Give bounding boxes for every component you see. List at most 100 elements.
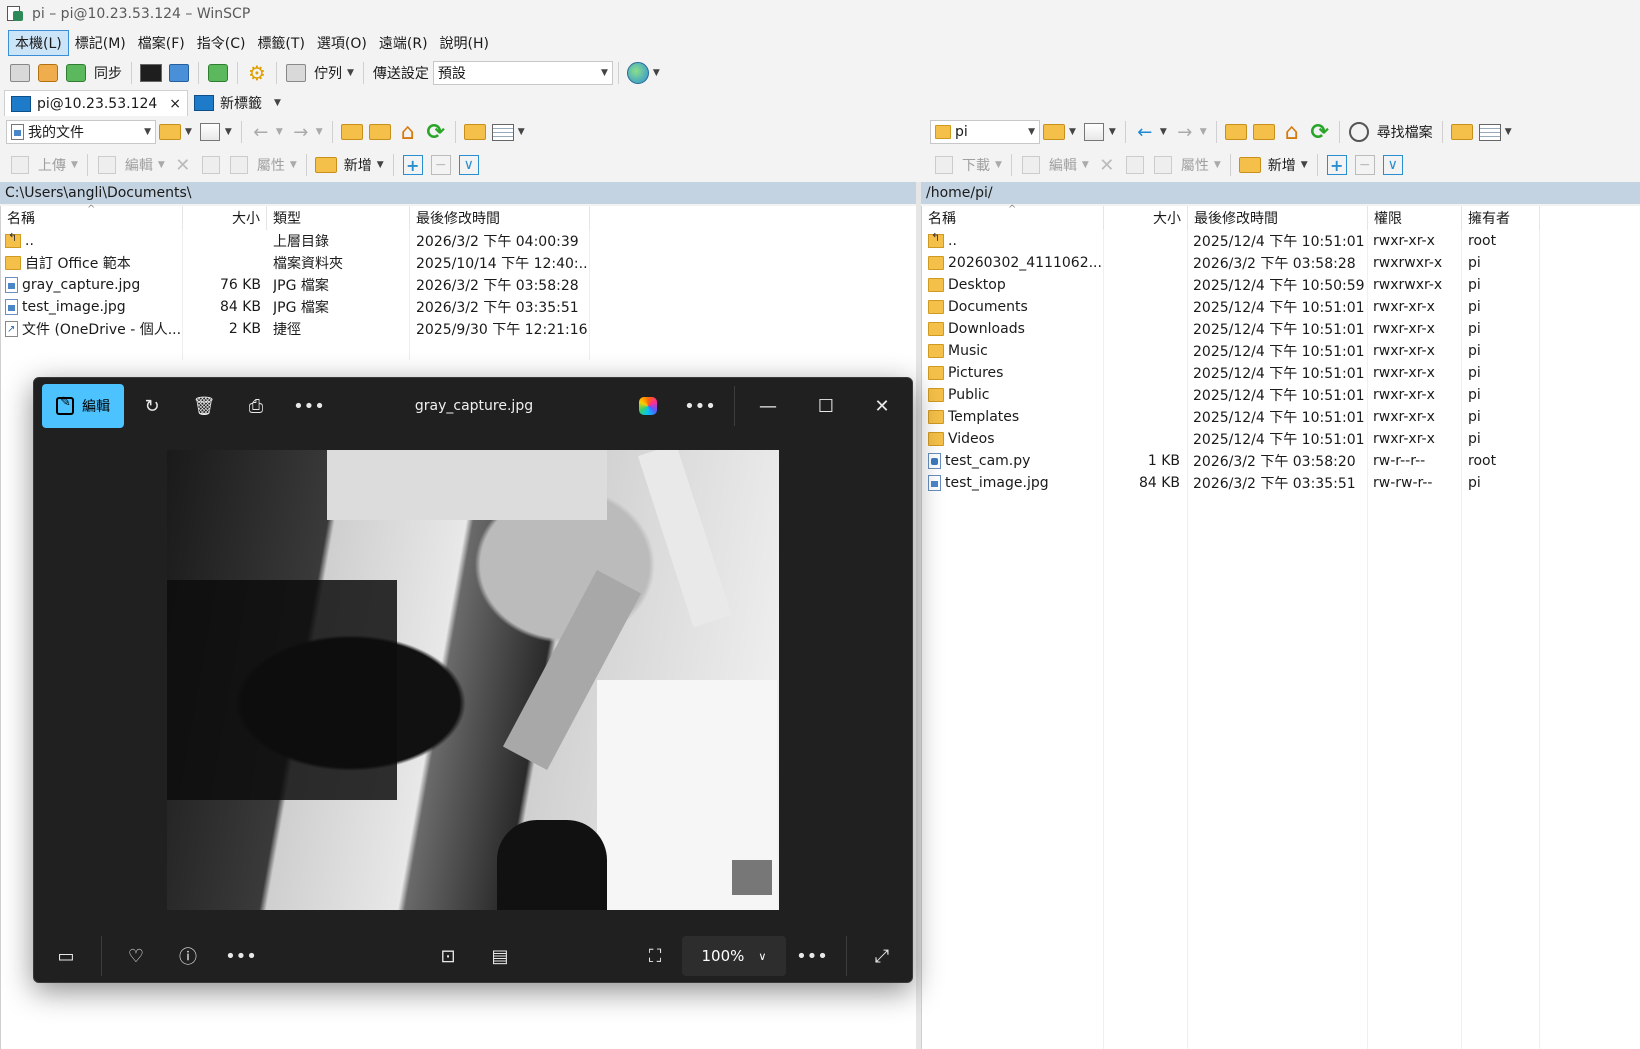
queue-button[interactable]: 佇列: [314, 63, 342, 83]
tree-view-icon[interactable]: [1450, 120, 1474, 144]
select-all-icon[interactable]: [1381, 153, 1405, 177]
new-button[interactable]: 新增: [1268, 155, 1296, 175]
remote-file-list[interactable]: 名稱 ^ 大小 最後修改時間 權限 擁有者 .. 2025/12/4 下午 10:…: [921, 204, 1640, 1049]
chevron-down-icon[interactable]: ▼: [71, 160, 78, 170]
unselect-files-icon[interactable]: [1353, 153, 1377, 177]
more-options-icon[interactable]: •••: [794, 938, 830, 974]
chevron-down-icon[interactable]: ▼: [1082, 160, 1089, 170]
new-button[interactable]: 新增: [344, 155, 372, 175]
minimize-icon[interactable]: —: [750, 388, 786, 424]
more-options-icon[interactable]: •••: [291, 388, 327, 424]
find-files-icon[interactable]: [1347, 120, 1371, 144]
select-all-icon[interactable]: [457, 153, 481, 177]
table-row[interactable]: Pictures 2025/12/4 下午 10:51:01 rwxr-xr-x pi: [922, 362, 1540, 384]
table-row[interactable]: 自訂 Office 範本 檔案資料夾 2025/10/14 下午 12:40:...: [1, 252, 590, 274]
parent-directory-icon[interactable]: [1224, 120, 1248, 144]
compare-directories-icon[interactable]: [8, 61, 32, 85]
table-row[interactable]: test_image.jpg 84 KB JPG 檔案 2026/3/2 下午 03:…: [1, 296, 590, 318]
globe-icon[interactable]: [626, 61, 650, 85]
chevron-down-icon[interactable]: ▼: [1214, 160, 1221, 170]
download-icon[interactable]: [932, 153, 956, 177]
column-header-owner[interactable]: 擁有者: [1462, 206, 1540, 230]
upload-icon[interactable]: [8, 153, 32, 177]
table-row[interactable]: Downloads 2025/12/4 下午 10:51:01 rwxr-xr-x p…: [922, 318, 1540, 340]
back-arrow-icon[interactable]: [249, 120, 273, 144]
chevron-down-icon[interactable]: ▼: [347, 68, 354, 78]
tab-session-pi[interactable]: pi@10.23.53.124 ×: [4, 90, 189, 116]
select-files-icon[interactable]: [1325, 153, 1349, 177]
visual-search-icon[interactable]: ⊡: [430, 938, 466, 974]
chevron-down-icon[interactable]: ▼: [1109, 127, 1116, 137]
edit-button[interactable]: 編輯: [125, 155, 153, 175]
open-directory-icon[interactable]: [1042, 120, 1066, 144]
list-view-icon[interactable]: [491, 120, 515, 144]
chevron-down-icon[interactable]: ▼: [316, 127, 323, 137]
properties-button[interactable]: 屬性: [1181, 155, 1209, 175]
delete-trash-icon[interactable]: 🗑: [186, 388, 222, 424]
edit-image-button[interactable]: 編輯: [42, 384, 124, 428]
column-header-name[interactable]: 名稱 ^: [1, 204, 183, 230]
chevron-down-icon[interactable]: ▼: [225, 127, 232, 137]
chevron-down-icon[interactable]: ▼: [653, 68, 660, 78]
table-row[interactable]: 20260302_4111062... 2026/3/2 下午 03:58:28 r…: [922, 252, 1540, 274]
filmstrip-icon[interactable]: ▭: [48, 938, 84, 974]
table-row[interactable]: Documents 2025/12/4 下午 10:51:01 rwxr-xr-x p…: [922, 296, 1540, 318]
upload-button[interactable]: 上傳: [38, 155, 66, 175]
edit-icon[interactable]: [1019, 153, 1043, 177]
chevron-down-icon[interactable]: ▼: [1505, 127, 1512, 137]
rotate-icon[interactable]: ↻: [134, 388, 170, 424]
menu-local[interactable]: 本機(L): [8, 30, 69, 56]
more-options-icon[interactable]: •••: [682, 388, 718, 424]
local-location-select[interactable]: 我的文件 ▼: [6, 120, 156, 144]
queue-icon[interactable]: [284, 61, 308, 85]
column-header-rights[interactable]: 權限: [1368, 206, 1462, 230]
properties-button[interactable]: 屬性: [257, 155, 285, 175]
chevron-down-icon[interactable]: ▼: [518, 127, 525, 137]
table-row[interactable]: Desktop 2025/12/4 下午 10:50:59 rwxrwxr-x pi: [922, 274, 1540, 296]
chevron-down-icon[interactable]: ▼: [290, 160, 297, 170]
refresh-icon[interactable]: [424, 120, 448, 144]
properties-icon[interactable]: [1151, 153, 1175, 177]
menu-commands[interactable]: 指令(C): [191, 31, 252, 55]
photos-viewer-window[interactable]: 編輯 ↻ 🗑 ⎙ ••• gray_capture.jpg ••• — ☐ ✕ …: [33, 377, 913, 983]
table-row[interactable]: test_image.jpg 84 KB 2026/3/2 下午 03:35:51 r…: [922, 472, 1540, 494]
preferences-gear-icon[interactable]: [245, 61, 269, 85]
table-row[interactable]: .. 上層目錄 2026/3/2 下午 04:00:39: [1, 230, 590, 252]
table-row[interactable]: Public 2025/12/4 下午 10:51:01 rwxr-xr-x pi: [922, 384, 1540, 406]
edit-button[interactable]: 編輯: [1049, 155, 1077, 175]
fit-to-window-icon[interactable]: ⛶: [637, 938, 673, 974]
properties-icon[interactable]: [227, 153, 251, 177]
find-files-button[interactable]: 尋找檔案: [1377, 122, 1433, 142]
more-options-icon[interactable]: •••: [223, 938, 259, 974]
chevron-down-icon[interactable]: ▼: [995, 160, 1002, 170]
column-header-modified[interactable]: 最後修改時間: [410, 206, 590, 230]
chevron-down-icon[interactable]: ▼: [1301, 160, 1308, 170]
tab-new[interactable]: 新標籤 ▼: [188, 90, 291, 116]
delete-icon[interactable]: [171, 153, 195, 177]
chevron-down-icon[interactable]: ▼: [185, 127, 192, 137]
column-header-type[interactable]: 類型: [267, 206, 410, 230]
synchronize-browsing-icon[interactable]: [36, 61, 60, 85]
open-directory-icon[interactable]: [158, 120, 182, 144]
menu-tabs[interactable]: 標籤(T): [251, 31, 310, 55]
rename-icon[interactable]: [1123, 153, 1147, 177]
filter-icon[interactable]: [1082, 120, 1106, 144]
menu-mark[interactable]: 標記(M): [69, 31, 132, 55]
column-header-modified[interactable]: 最後修改時間: [1188, 206, 1368, 230]
menu-help[interactable]: 說明(H): [434, 31, 495, 55]
chevron-down-icon[interactable]: ▼: [276, 127, 283, 137]
copilot-icon[interactable]: [630, 388, 666, 424]
download-button[interactable]: 下載: [962, 155, 990, 175]
sync-button[interactable]: 同步: [94, 63, 122, 83]
text-scan-icon[interactable]: ▤: [482, 938, 518, 974]
parent-directory-icon[interactable]: [340, 120, 364, 144]
table-row[interactable]: test_cam.py 1 KB 2026/3/2 下午 03:58:20 rw-r-…: [922, 450, 1540, 472]
close-icon[interactable]: ×: [169, 96, 181, 112]
print-icon[interactable]: ⎙: [238, 388, 274, 424]
info-icon[interactable]: ⓘ: [170, 938, 206, 974]
new-folder-icon[interactable]: [314, 153, 338, 177]
remote-path-bar[interactable]: /home/pi/: [921, 182, 1640, 204]
local-path-bar[interactable]: C:\Users\angli\Documents\: [0, 182, 916, 204]
unselect-files-icon[interactable]: [429, 153, 453, 177]
transfer-settings-select[interactable]: 預設 ▼: [432, 61, 613, 85]
